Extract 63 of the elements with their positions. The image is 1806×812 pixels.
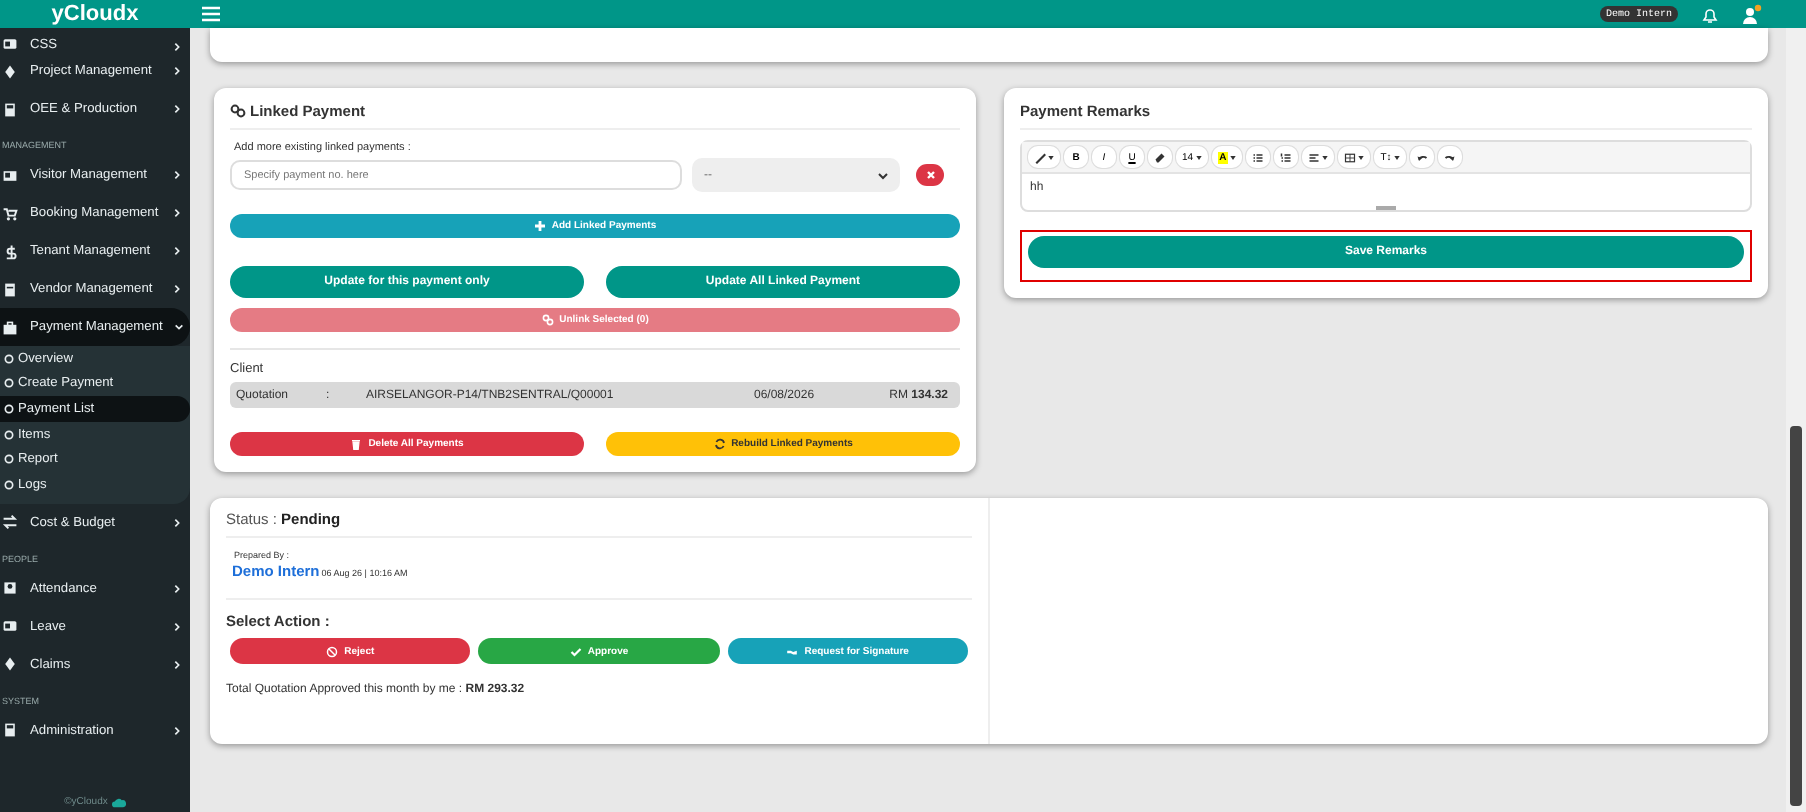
user-icon[interactable] xyxy=(1742,4,1762,24)
eraser-icon xyxy=(1154,151,1166,163)
close-icon xyxy=(925,170,935,180)
diamond-icon xyxy=(2,63,18,79)
toolbar-button[interactable] xyxy=(1148,146,1172,168)
caret-icon xyxy=(1230,155,1237,159)
briefcase-icon xyxy=(2,319,18,335)
chevron-icon xyxy=(172,725,182,736)
circle-icon xyxy=(4,378,14,389)
link-icon xyxy=(230,104,246,118)
caret-icon xyxy=(1322,155,1329,159)
chevron-icon xyxy=(172,284,182,294)
align-icon xyxy=(1308,151,1321,163)
numbered-list-icon xyxy=(1280,151,1293,163)
toolbar-button[interactable] xyxy=(1437,146,1462,168)
circle-icon xyxy=(4,429,14,440)
diamond-icon xyxy=(2,656,18,673)
circle-icon xyxy=(4,353,14,364)
check-icon xyxy=(569,645,582,657)
chevron-icon xyxy=(172,517,182,528)
chevron-icon xyxy=(172,42,182,52)
arrows-icon xyxy=(2,514,18,531)
unlink-icon xyxy=(541,314,554,326)
chevron-icon xyxy=(172,208,182,218)
undo-icon xyxy=(1415,151,1428,163)
caret-icon xyxy=(1358,155,1365,159)
caret-icon xyxy=(1195,155,1202,159)
toolbar-button[interactable] xyxy=(1246,146,1271,168)
circle-icon xyxy=(4,403,14,414)
chevron-icon xyxy=(174,322,185,332)
toolbar-button[interactable] xyxy=(1409,146,1434,168)
bullet-list-icon xyxy=(1252,151,1265,163)
trash-icon xyxy=(350,438,363,450)
toolbar-button[interactable] xyxy=(1338,146,1371,168)
chevron-icon xyxy=(172,659,182,670)
scrollbar[interactable] xyxy=(1786,28,1806,812)
cloud-icon xyxy=(111,797,126,807)
chevron-icon xyxy=(172,104,182,114)
plus-icon xyxy=(533,220,546,232)
clear-button[interactable] xyxy=(916,164,944,186)
chevron-icon xyxy=(172,170,182,180)
brush-icon xyxy=(1034,151,1046,163)
table-icon xyxy=(1344,151,1357,163)
brand-logo[interactable]: yCloudx xyxy=(0,0,190,28)
caret-icon xyxy=(1048,155,1054,159)
dollar-icon xyxy=(2,243,18,259)
circle-icon xyxy=(4,454,14,465)
chevron-icon xyxy=(878,171,888,179)
ban-icon xyxy=(326,645,339,657)
chevron-icon xyxy=(172,583,182,594)
chevron-icon xyxy=(172,66,182,76)
caret-icon xyxy=(1393,155,1400,159)
redo-icon xyxy=(1443,151,1456,163)
circle-icon xyxy=(4,479,14,490)
chevron-icon xyxy=(172,621,182,632)
toolbar-button[interactable] xyxy=(1028,146,1060,168)
menu-icon[interactable] xyxy=(202,6,220,22)
cart-icon xyxy=(2,205,18,221)
bell-icon[interactable] xyxy=(1702,5,1718,23)
refresh-icon xyxy=(713,438,726,450)
toolbar-button[interactable] xyxy=(1302,146,1335,168)
toolbar-button[interactable] xyxy=(1274,146,1299,168)
chevron-icon xyxy=(172,246,182,256)
